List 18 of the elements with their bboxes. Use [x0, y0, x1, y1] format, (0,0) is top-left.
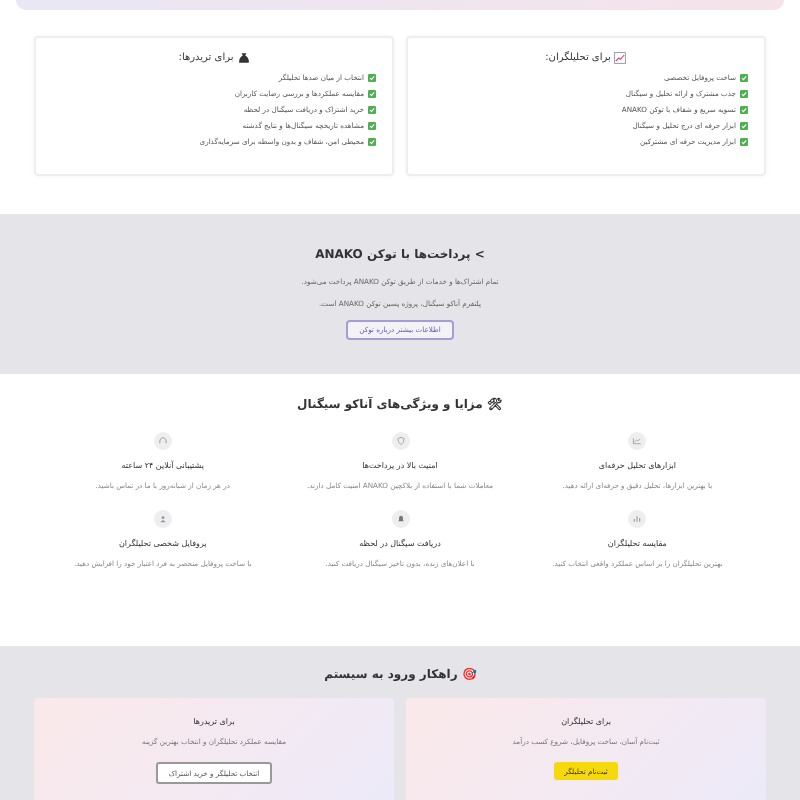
chart-icon [628, 432, 647, 450]
bars-icon [628, 510, 647, 528]
bell-icon [391, 510, 410, 528]
headset-icon [153, 432, 172, 450]
check-icon [368, 137, 376, 145]
chart-icon [614, 52, 627, 64]
check-icon [368, 121, 376, 129]
check-icon [740, 73, 748, 81]
check-icon [368, 73, 376, 81]
check-icon [740, 89, 748, 97]
shield-icon [391, 432, 410, 450]
user-icon [153, 510, 172, 528]
check-icon [740, 121, 748, 129]
check-icon [368, 105, 376, 113]
check-icon [740, 137, 748, 145]
bag-icon [237, 52, 250, 64]
check-icon [368, 89, 376, 97]
check-icon [740, 105, 748, 113]
